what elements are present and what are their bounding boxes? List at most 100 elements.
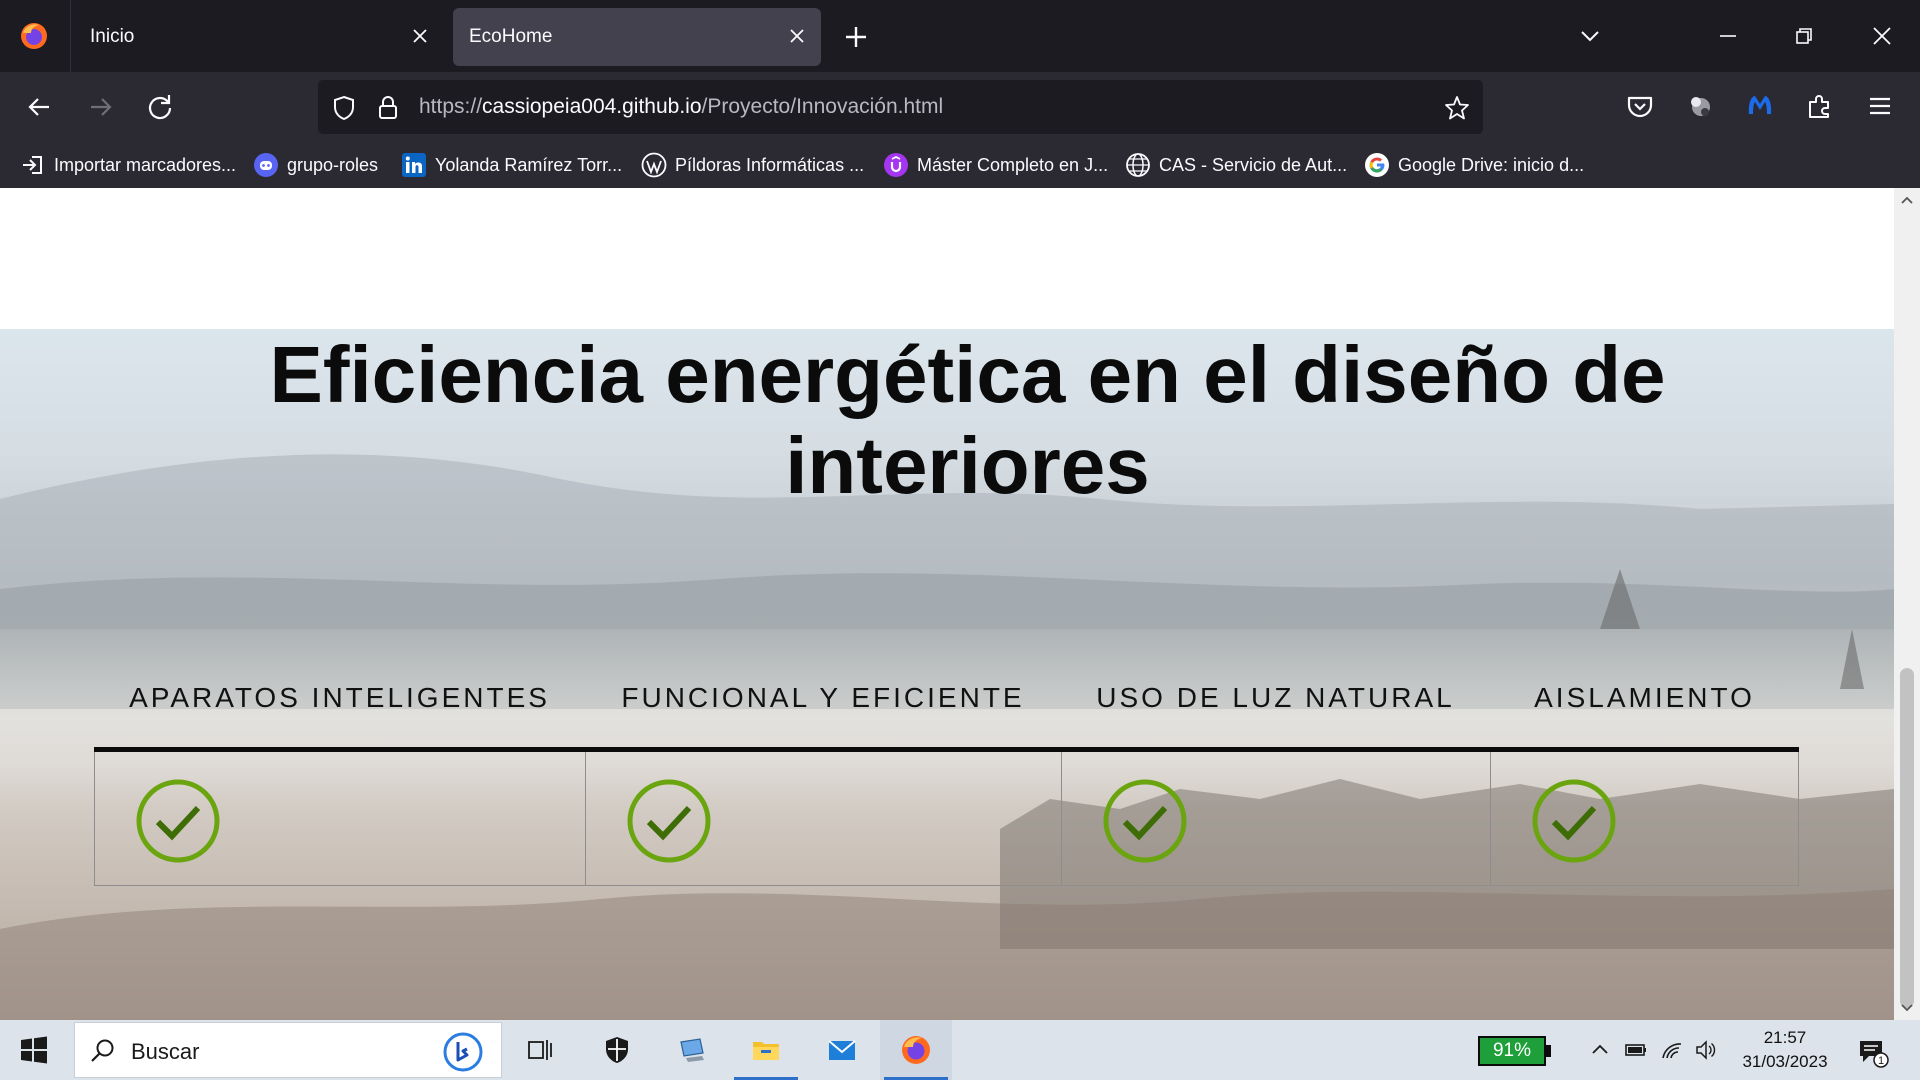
scrollbar-thumb[interactable] bbox=[1900, 668, 1914, 1008]
feature-cell bbox=[1490, 752, 1799, 886]
new-tab-icon[interactable] bbox=[843, 24, 869, 50]
feature-cell bbox=[1061, 752, 1490, 886]
scroll-up-icon[interactable] bbox=[1898, 192, 1916, 210]
feature-header: USO DE LUZ NATURAL bbox=[1096, 682, 1455, 713]
wifi-icon[interactable] bbox=[1660, 1038, 1684, 1062]
search-icon bbox=[91, 1039, 114, 1062]
forward-arrow-icon[interactable] bbox=[83, 90, 117, 124]
import-icon bbox=[23, 156, 42, 174]
bookmark-label: Máster Completo en J... bbox=[917, 154, 1109, 175]
extensions-puzzle-icon[interactable] bbox=[1804, 90, 1836, 122]
taskbar-this-pc[interactable] bbox=[656, 1020, 728, 1080]
feature-header: AISLAMIENTO bbox=[1534, 682, 1755, 713]
feature-header: APARATOS INTELIGENTES bbox=[129, 682, 550, 713]
file-explorer-icon bbox=[753, 1042, 779, 1060]
taskbar-search[interactable]: Buscar bbox=[74, 1022, 502, 1078]
wordpress-icon bbox=[641, 152, 667, 178]
battery-icon[interactable] bbox=[1624, 1038, 1648, 1062]
battery-nub bbox=[1546, 1045, 1551, 1057]
bookmark-label: Google Drive: inicio d... bbox=[1398, 154, 1585, 175]
close-tab-icon[interactable] bbox=[785, 24, 809, 48]
bookmark-google-drive[interactable]: Google Drive: inicio d... bbox=[1364, 149, 1584, 181]
taskbar-file-explorer[interactable] bbox=[730, 1020, 802, 1080]
firefox-icon bbox=[902, 1036, 930, 1064]
scroll-down-icon[interactable] bbox=[1898, 998, 1916, 1016]
bookmark-cas[interactable]: CAS - Servicio de Aut... bbox=[1125, 149, 1347, 181]
notifications-icon[interactable]: 1 bbox=[1857, 1036, 1889, 1068]
tab-ecohome[interactable]: EcoHome bbox=[453, 8, 821, 66]
windows-security-icon bbox=[606, 1037, 628, 1063]
bookmark-star-icon[interactable] bbox=[1443, 94, 1471, 122]
url-path: /Proyecto/Innovación.html bbox=[701, 95, 944, 118]
tab-label: Inicio bbox=[90, 26, 135, 47]
task-view-button[interactable] bbox=[504, 1020, 576, 1080]
notification-count: 1 bbox=[1878, 1055, 1884, 1067]
tab-inicio[interactable]: Inicio bbox=[74, 8, 444, 66]
list-all-tabs-icon[interactable] bbox=[1576, 22, 1604, 50]
tab-separator bbox=[70, 0, 71, 72]
hamburger-menu-icon[interactable] bbox=[1864, 90, 1896, 122]
clock-date: 31/03/2023 bbox=[1742, 1052, 1828, 1071]
reload-icon[interactable] bbox=[143, 90, 177, 124]
clock-time: 21:57 bbox=[1763, 1028, 1807, 1047]
google-icon bbox=[1365, 153, 1389, 177]
taskbar-clock[interactable]: 21:57 31/03/2023 bbox=[1730, 1026, 1840, 1074]
bookmark-label: Importar marcadores... bbox=[54, 154, 237, 175]
back-arrow-icon[interactable] bbox=[23, 90, 57, 124]
address-bar[interactable]: https://cassiopeia004.github.io/Proyecto… bbox=[318, 80, 1483, 134]
globe-icon bbox=[1126, 153, 1150, 177]
task-view-icon bbox=[528, 1040, 552, 1060]
feature-cell bbox=[94, 752, 585, 886]
url-scheme: https:// bbox=[419, 95, 483, 118]
search-placeholder: Buscar bbox=[131, 1039, 200, 1064]
check-circle-icon bbox=[1532, 779, 1616, 863]
windows-taskbar: Buscar 91% 21:57 31/03/2023 1 bbox=[0, 1020, 1920, 1080]
tab-strip: Inicio EcoHome bbox=[0, 0, 1920, 72]
linkedin-icon bbox=[402, 153, 426, 177]
volume-icon[interactable] bbox=[1694, 1038, 1718, 1062]
url-text[interactable]: https://cassiopeia004.github.io/Proyecto… bbox=[419, 95, 943, 119]
taskbar-firefox[interactable] bbox=[880, 1020, 952, 1080]
lock-icon[interactable] bbox=[374, 94, 402, 122]
pocket-icon[interactable] bbox=[1624, 90, 1656, 122]
feature-header: FUNCIONAL Y EFICIENTE bbox=[621, 682, 1025, 713]
close-tab-icon[interactable] bbox=[408, 24, 432, 48]
tracking-protection-shield-icon[interactable] bbox=[330, 94, 358, 122]
bookmark-importar[interactable]: Importar marcadores... bbox=[20, 149, 236, 181]
url-host: cassiopeia004.github.io bbox=[482, 95, 702, 118]
extension-orb-icon[interactable] bbox=[1684, 90, 1716, 122]
discord-icon bbox=[254, 153, 278, 177]
bookmark-pildoras[interactable]: Píldoras Informáticas ... bbox=[641, 149, 864, 181]
firefox-logo-icon[interactable] bbox=[19, 21, 49, 51]
udemy-icon bbox=[884, 153, 908, 177]
windows-start-icon[interactable] bbox=[20, 1036, 48, 1064]
check-circle-icon bbox=[1103, 779, 1187, 863]
navigation-toolbar: https://cassiopeia004.github.io/Proyecto… bbox=[0, 72, 1920, 142]
bookmark-grupo-roles[interactable]: grupo-roles bbox=[253, 149, 378, 181]
taskbar-mail[interactable] bbox=[806, 1020, 878, 1080]
bookmark-label: CAS - Servicio de Aut... bbox=[1159, 154, 1348, 175]
page-title: Eficiencia energética en el diseño de in… bbox=[269, 330, 1666, 510]
bing-icon[interactable] bbox=[442, 1031, 484, 1073]
bookmark-linkedin[interactable]: Yolanda Ramírez Torr... bbox=[401, 149, 622, 181]
taskbar-security[interactable] bbox=[581, 1020, 653, 1080]
features-table: APARATOS INTELIGENTES FUNCIONAL Y EFICIE… bbox=[94, 668, 1799, 890]
malwarebytes-icon[interactable] bbox=[1744, 90, 1776, 122]
tab-label: EcoHome bbox=[469, 26, 553, 47]
mail-icon bbox=[828, 1040, 856, 1060]
bookmark-label: grupo-roles bbox=[287, 154, 379, 175]
bookmark-master[interactable]: Máster Completo en J... bbox=[883, 149, 1108, 181]
feature-cell bbox=[585, 752, 1061, 886]
minimize-icon[interactable] bbox=[1714, 22, 1742, 50]
computer-icon bbox=[680, 1038, 704, 1062]
hero-section: Eficiencia energética en el diseño de in… bbox=[0, 329, 1894, 1020]
close-window-icon[interactable] bbox=[1868, 22, 1896, 50]
chevron-up-icon[interactable] bbox=[1588, 1038, 1612, 1062]
page-viewport: Eficiencia energética en el diseño de in… bbox=[0, 188, 1894, 1020]
page-scrollbar[interactable] bbox=[1894, 188, 1920, 1020]
restore-icon[interactable] bbox=[1790, 22, 1818, 50]
check-circle-icon bbox=[136, 779, 220, 863]
bookmarks-toolbar: Importar marcadores... grupo-roles Yolan… bbox=[0, 142, 1920, 188]
bookmark-label: Yolanda Ramírez Torr... bbox=[435, 154, 623, 175]
bookmark-label: Píldoras Informáticas ... bbox=[675, 154, 865, 175]
